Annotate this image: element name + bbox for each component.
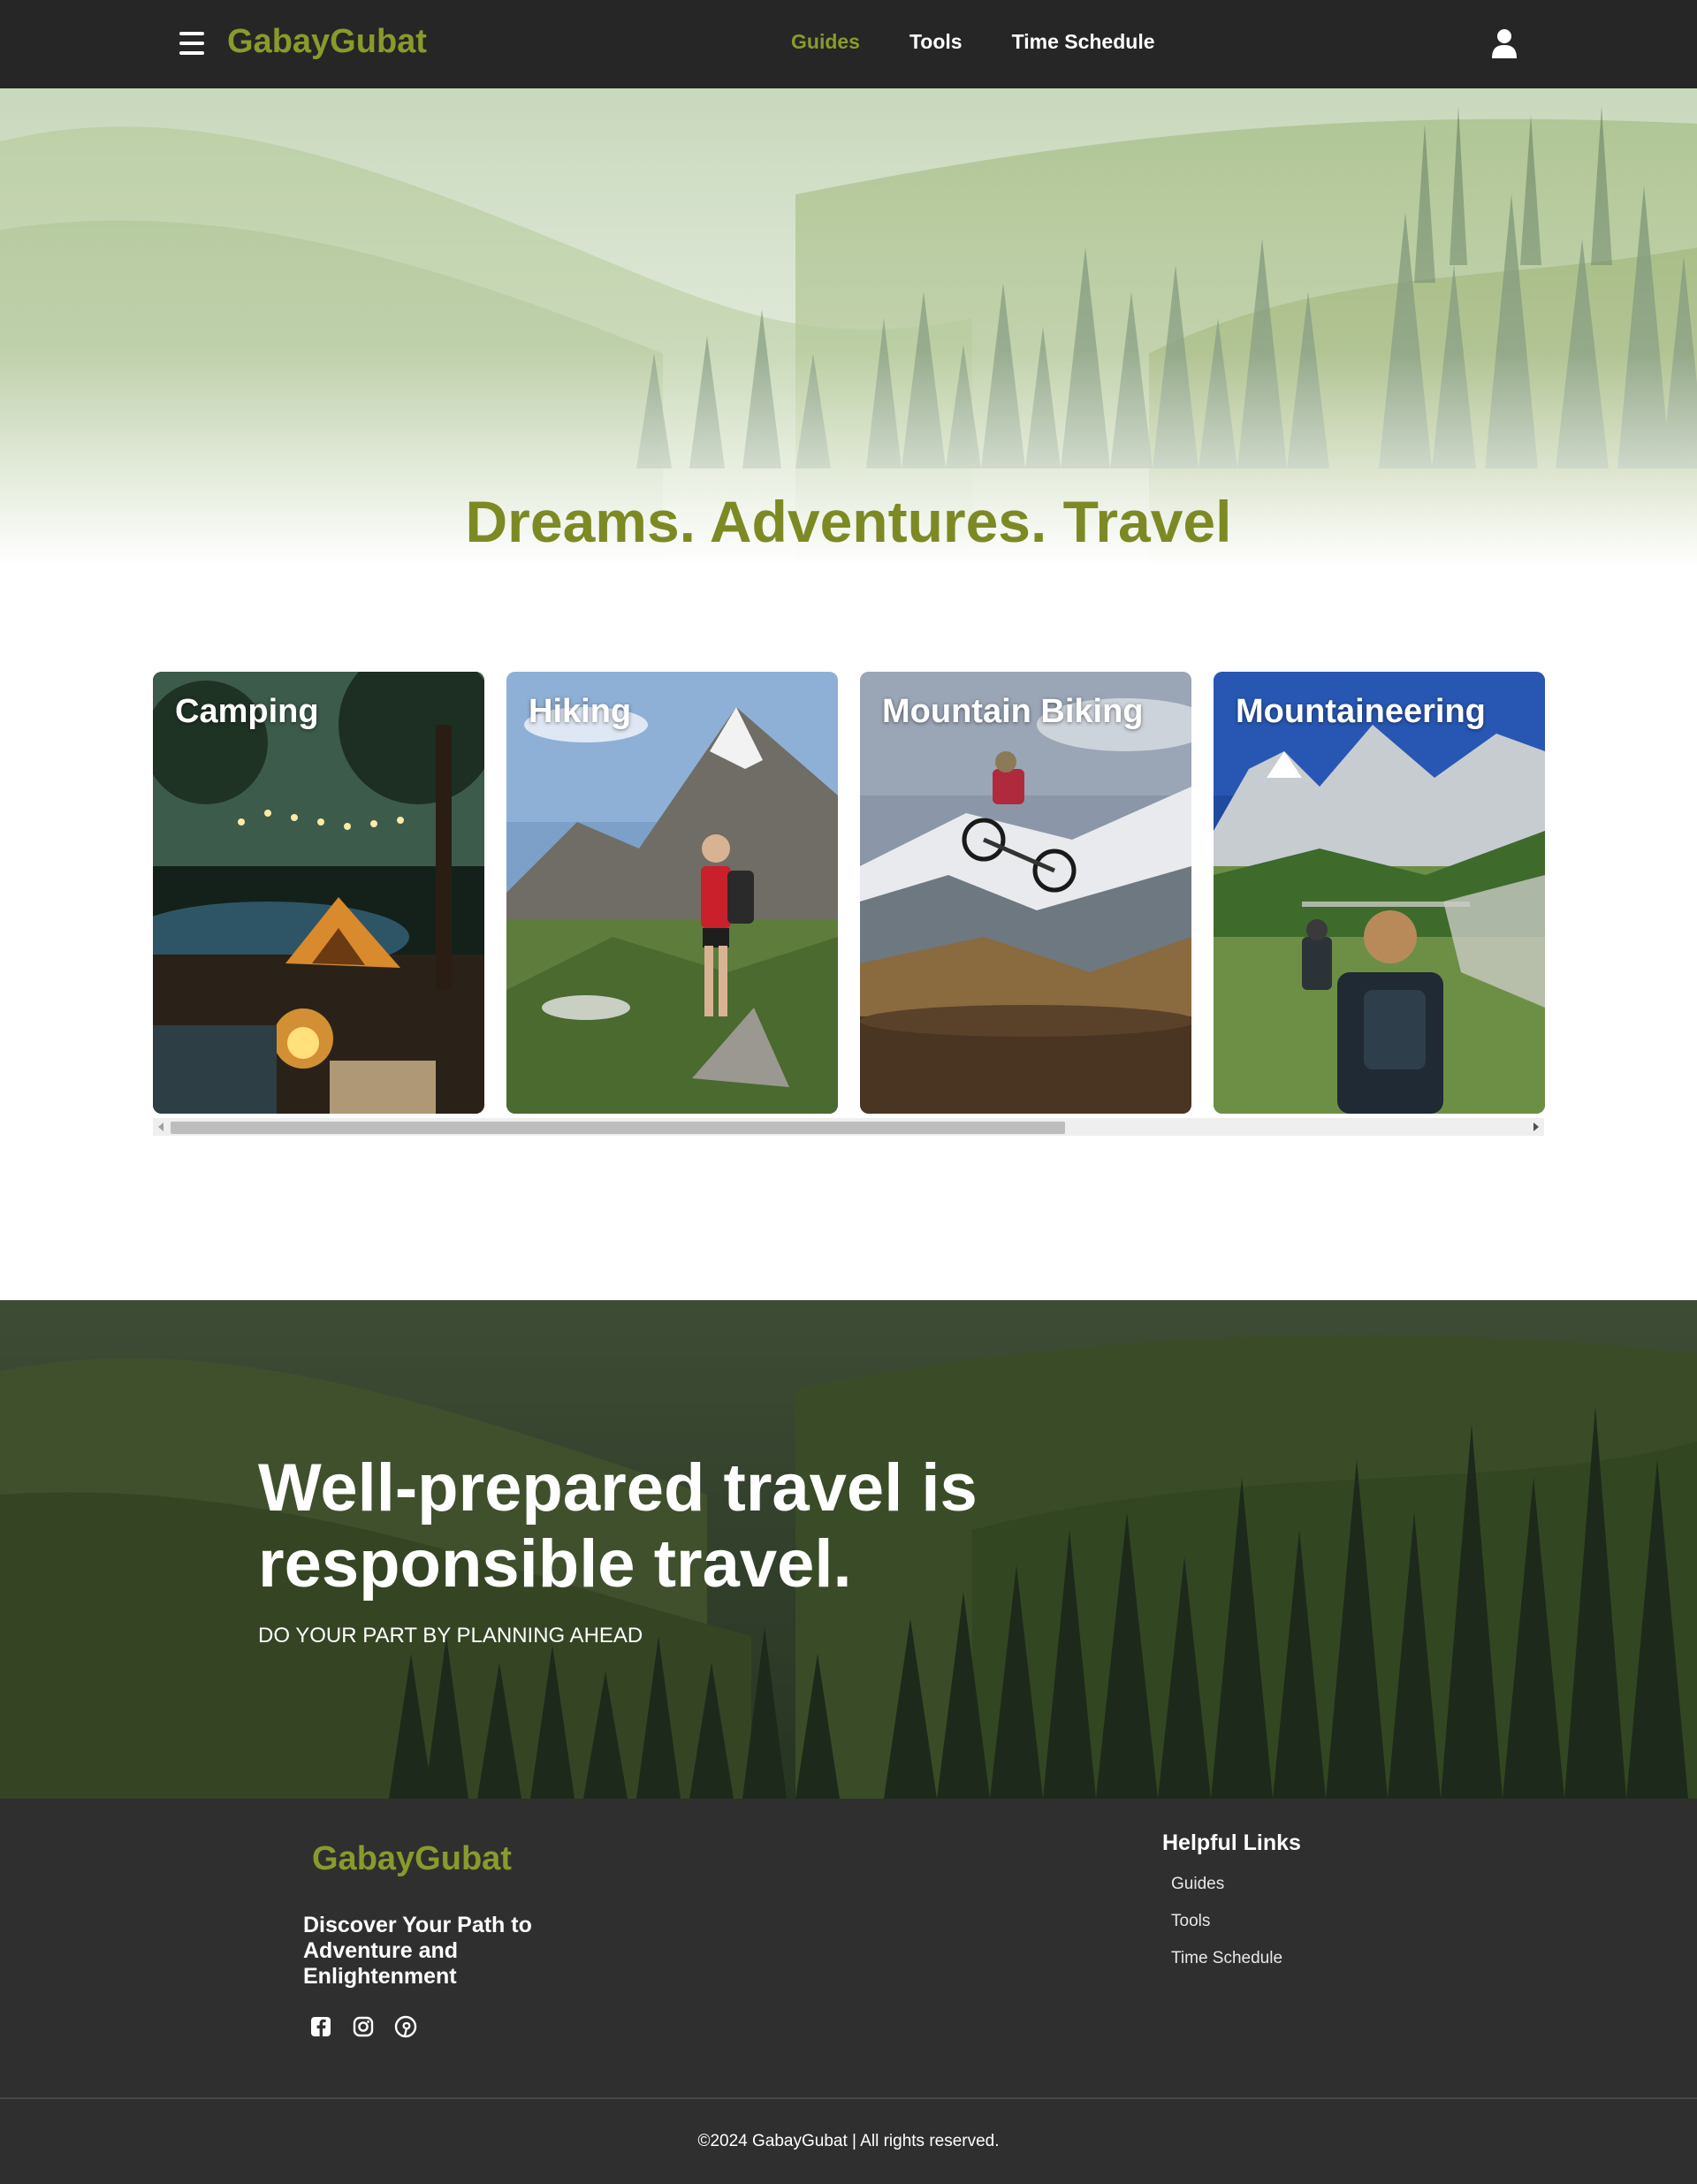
pinterest-icon[interactable]: [394, 2015, 417, 2038]
nav-link-tools[interactable]: Tools: [909, 30, 963, 54]
footer-link-guides[interactable]: Guides: [1171, 1875, 1282, 1894]
footer-link-time-schedule[interactable]: Time Schedule: [1171, 1949, 1282, 1968]
card-mountaineering[interactable]: Mountaineering: [1214, 672, 1545, 1114]
footer: GabayGubat Discover Your Path to Adventu…: [0, 1799, 1697, 2184]
mountaineering-image: [1214, 672, 1545, 1114]
footer-brand-logo[interactable]: GabayGubat: [312, 1840, 512, 1878]
nav-links: Guides Tools Time Schedule: [791, 30, 1205, 54]
hero-section: Dreams. Adventures. Travel: [0, 88, 1697, 566]
card-title-mountaineering: Mountaineering: [1236, 693, 1486, 730]
hiking-image: [506, 672, 838, 1114]
nav-link-guides[interactable]: Guides: [791, 30, 860, 54]
navbar: GabayGubat Guides Tools Time Schedule: [0, 0, 1697, 88]
card-title-camping: Camping: [175, 693, 319, 730]
hamburger-menu-icon[interactable]: [179, 32, 206, 55]
camping-image: [153, 672, 484, 1114]
hero-title: Dreams. Adventures. Travel: [465, 489, 1232, 554]
nav-link-time-schedule[interactable]: Time Schedule: [1012, 30, 1155, 54]
card-mountain-biking[interactable]: Mountain Biking: [860, 672, 1191, 1114]
card-title-hiking: Hiking: [529, 693, 632, 730]
brand-logo[interactable]: GabayGubat: [227, 23, 427, 61]
activity-carousel[interactable]: Camping Hiking Mountain Biking Mountaine…: [153, 672, 1545, 1137]
social-links: [309, 2015, 437, 2038]
footer-tagline: Discover Your Path to Adventure and Enli…: [303, 1913, 532, 1989]
user-icon[interactable]: [1490, 28, 1518, 58]
scroll-right-arrow-icon[interactable]: [1533, 1122, 1539, 1131]
card-hiking[interactable]: Hiking: [506, 672, 838, 1114]
facebook-icon[interactable]: [309, 2015, 332, 2038]
scroll-left-arrow-icon[interactable]: [158, 1122, 164, 1131]
instagram-icon[interactable]: [352, 2015, 375, 2038]
helpful-links-title: Helpful Links: [1162, 1830, 1301, 1855]
helpful-links-list: Guides Tools Time Schedule: [1171, 1875, 1282, 1986]
footer-link-tools[interactable]: Tools: [1171, 1912, 1282, 1931]
card-camping[interactable]: Camping: [153, 672, 484, 1114]
mountain-biking-image: [860, 672, 1191, 1114]
footer-divider: [0, 2097, 1697, 2099]
banner-subheading: DO YOUR PART BY PLANNING AHEAD: [258, 1624, 643, 1648]
promo-banner: Well-prepared travel is responsible trav…: [0, 1300, 1697, 1799]
card-title-mountain-biking: Mountain Biking: [882, 693, 1144, 730]
banner-heading: Well-prepared travel is responsible trav…: [258, 1450, 978, 1602]
copyright-text: ©2024 GabayGubat | All rights reserved.: [697, 2132, 1000, 2150]
carousel-scrollbar[interactable]: [153, 1118, 1544, 1136]
scrollbar-thumb[interactable]: [171, 1122, 1065, 1134]
